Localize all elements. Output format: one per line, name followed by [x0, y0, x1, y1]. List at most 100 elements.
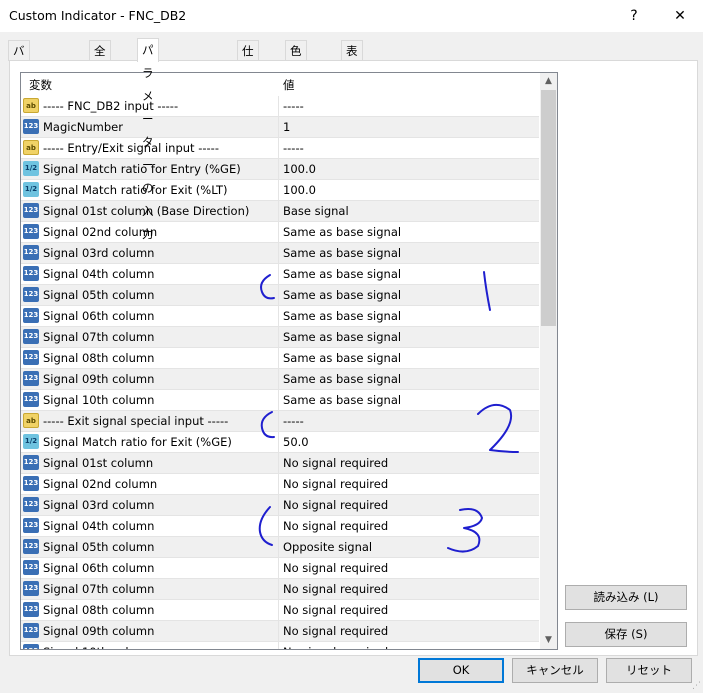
variable-name: Signal Match ratio for Exit (%GE) — [43, 435, 232, 449]
tab-parameters[interactable]: パラメーターの入力 — [137, 38, 159, 241]
table-row[interactable]: 123 Signal 08th column No signal required — [21, 600, 539, 621]
value-cell[interactable]: Same as base signal — [283, 246, 401, 260]
table-row[interactable]: 123 Signal 09th column No signal required — [21, 621, 539, 642]
table-row[interactable]: 123 Signal 06th column Same as base signal — [21, 306, 539, 327]
value-cell[interactable]: Same as base signal — [283, 330, 401, 344]
value-cell[interactable]: ----- — [283, 141, 304, 155]
table-row[interactable]: ab ----- Entry/Exit signal input ----- ---… — [21, 138, 539, 159]
value-cell[interactable]: 1 — [283, 120, 290, 134]
variable-name: Signal 03rd column — [43, 246, 155, 260]
value-cell[interactable]: Same as base signal — [283, 372, 401, 386]
tab-version-info[interactable]: バージョン情報 — [8, 40, 30, 178]
value-cell[interactable]: 100.0 — [283, 162, 316, 176]
table-row[interactable]: 1/2 Signal Match ratio for Exit (%LT) 100.… — [21, 180, 539, 201]
variable-cell: 123 Signal 09th column — [21, 621, 279, 641]
value-cell[interactable]: No signal required — [283, 603, 388, 617]
variable-cell: 123 Signal 05th column — [21, 537, 279, 557]
value-cell[interactable]: No signal required — [283, 561, 388, 575]
cancel-button[interactable]: キャンセル — [512, 658, 598, 683]
variable-cell: 123 Signal 07th column — [21, 579, 279, 599]
integer-type-icon: 123 — [23, 266, 39, 281]
value-cell[interactable]: Same as base signal — [283, 393, 401, 407]
value-cell[interactable]: ----- — [283, 99, 304, 113]
variable-name: Signal 03rd column — [43, 498, 155, 512]
integer-type-icon: 123 — [23, 602, 39, 617]
value-cell[interactable]: Base signal — [283, 204, 349, 218]
table-row[interactable]: 123 Signal 03rd column Same as base signal — [21, 243, 539, 264]
value-cell[interactable]: ----- — [283, 414, 304, 428]
variable-name: Signal 09th column — [43, 372, 155, 386]
table-row[interactable]: 123 Signal 10th column Same as base signal — [21, 390, 539, 411]
variable-cell: 123 Signal 07th column — [21, 327, 279, 347]
variable-name: MagicNumber — [43, 120, 123, 134]
table-row[interactable]: 123 Signal 02nd column Same as base signal — [21, 222, 539, 243]
value-cell[interactable]: 100.0 — [283, 183, 316, 197]
integer-type-icon: 123 — [23, 329, 39, 344]
tab-color-settings[interactable]: 色の設定 — [285, 40, 307, 118]
tab-specification[interactable]: 仕様 — [237, 40, 259, 78]
vertical-scrollbar[interactable]: ▲ ▼ — [540, 73, 557, 649]
value-cell[interactable]: No signal required — [283, 498, 388, 512]
table-row[interactable]: 123 Signal 03rd column No signal required — [21, 495, 539, 516]
table-row[interactable]: 123 MagicNumber 1 — [21, 117, 539, 138]
load-button[interactable]: 読み込み (L) — [565, 585, 687, 610]
value-cell[interactable]: No signal required — [283, 582, 388, 596]
table-row[interactable]: 123 Signal 02nd column No signal required — [21, 474, 539, 495]
table-row[interactable]: 123 Signal 09th column Same as base signal — [21, 369, 539, 390]
resize-grip-icon[interactable]: ⋰ — [692, 681, 701, 691]
value-cell[interactable]: Same as base signal — [283, 288, 401, 302]
variable-cell: 123 Signal 01st column — [21, 453, 279, 473]
tab-display-selection[interactable]: 表示選択 — [341, 40, 363, 118]
help-button[interactable]: ? — [611, 0, 657, 32]
variable-cell: 123 Signal 02nd column — [21, 474, 279, 494]
value-cell[interactable]: Opposite signal — [283, 540, 372, 554]
table-row[interactable]: 123 Signal 08th column Same as base signal — [21, 348, 539, 369]
value-cell[interactable]: No signal required — [283, 645, 388, 649]
column-header-value[interactable]: 値 — [283, 77, 295, 93]
variable-name: Signal 07th column — [43, 330, 155, 344]
value-cell[interactable]: Same as base signal — [283, 351, 401, 365]
variable-cell: 123 Signal 05th column — [21, 285, 279, 305]
scroll-down-arrow-icon[interactable]: ▼ — [540, 632, 557, 649]
table-row[interactable]: 123 Signal 01st column No signal required — [21, 453, 539, 474]
double-type-icon: 1/2 — [23, 434, 39, 449]
table-row[interactable]: ab ----- Exit signal special input ----- -… — [21, 411, 539, 432]
table-row[interactable]: 123 Signal 05th column Opposite signal — [21, 537, 539, 558]
ok-button[interactable]: OK — [418, 658, 504, 683]
table-row[interactable]: ab ----- FNC_DB2 input ----- ----- — [21, 96, 539, 117]
value-cell[interactable]: Same as base signal — [283, 309, 401, 323]
value-cell[interactable]: No signal required — [283, 624, 388, 638]
table-row[interactable]: 123 Signal 04th column Same as base signal — [21, 264, 539, 285]
table-row[interactable]: 123 Signal 05th column Same as base signal — [21, 285, 539, 306]
column-header-variable[interactable]: 変数 — [29, 77, 52, 93]
value-cell[interactable]: No signal required — [283, 456, 388, 470]
scroll-thumb[interactable] — [541, 90, 556, 326]
value-cell[interactable]: Same as base signal — [283, 225, 401, 239]
table-row[interactable]: 123 Signal 04th column No signal required — [21, 516, 539, 537]
table-row[interactable]: 123 Signal 10th column No signal required — [21, 642, 539, 649]
variable-cell: 123 Signal 04th column — [21, 264, 279, 284]
variable-cell: 123 Signal 03rd column — [21, 495, 279, 515]
double-type-icon: 1/2 — [23, 161, 39, 176]
close-button[interactable]: ✕ — [657, 0, 703, 32]
table-row[interactable]: 1/2 Signal Match ratio for Entry (%GE) 100… — [21, 159, 539, 180]
table-row[interactable]: 123 Signal 07th column No signal required — [21, 579, 539, 600]
variable-cell: ab ----- Exit signal special input ----- — [21, 411, 279, 431]
integer-type-icon: 123 — [23, 245, 39, 260]
variable-cell: 123 Signal 09th column — [21, 369, 279, 389]
value-cell[interactable]: No signal required — [283, 477, 388, 491]
reset-button[interactable]: リセット — [606, 658, 692, 683]
scroll-up-arrow-icon[interactable]: ▲ — [540, 73, 557, 90]
window-title: Custom Indicator - FNC_DB2 — [9, 8, 187, 23]
save-button[interactable]: 保存 (S) — [565, 622, 687, 647]
table-row[interactable]: 123 Signal 07th column Same as base signal — [21, 327, 539, 348]
value-cell[interactable]: No signal required — [283, 519, 388, 533]
table-row[interactable]: 1/2 Signal Match ratio for Exit (%GE) 50.0 — [21, 432, 539, 453]
table-row[interactable]: 123 Signal 06th column No signal required — [21, 558, 539, 579]
value-cell[interactable]: 50.0 — [283, 435, 309, 449]
tab-general[interactable]: 全般 — [89, 40, 111, 78]
table-row[interactable]: 123 Signal 01st column (Base Direction) Ba… — [21, 201, 539, 222]
string-type-icon: ab — [23, 98, 39, 113]
double-type-icon: 1/2 — [23, 182, 39, 197]
value-cell[interactable]: Same as base signal — [283, 267, 401, 281]
